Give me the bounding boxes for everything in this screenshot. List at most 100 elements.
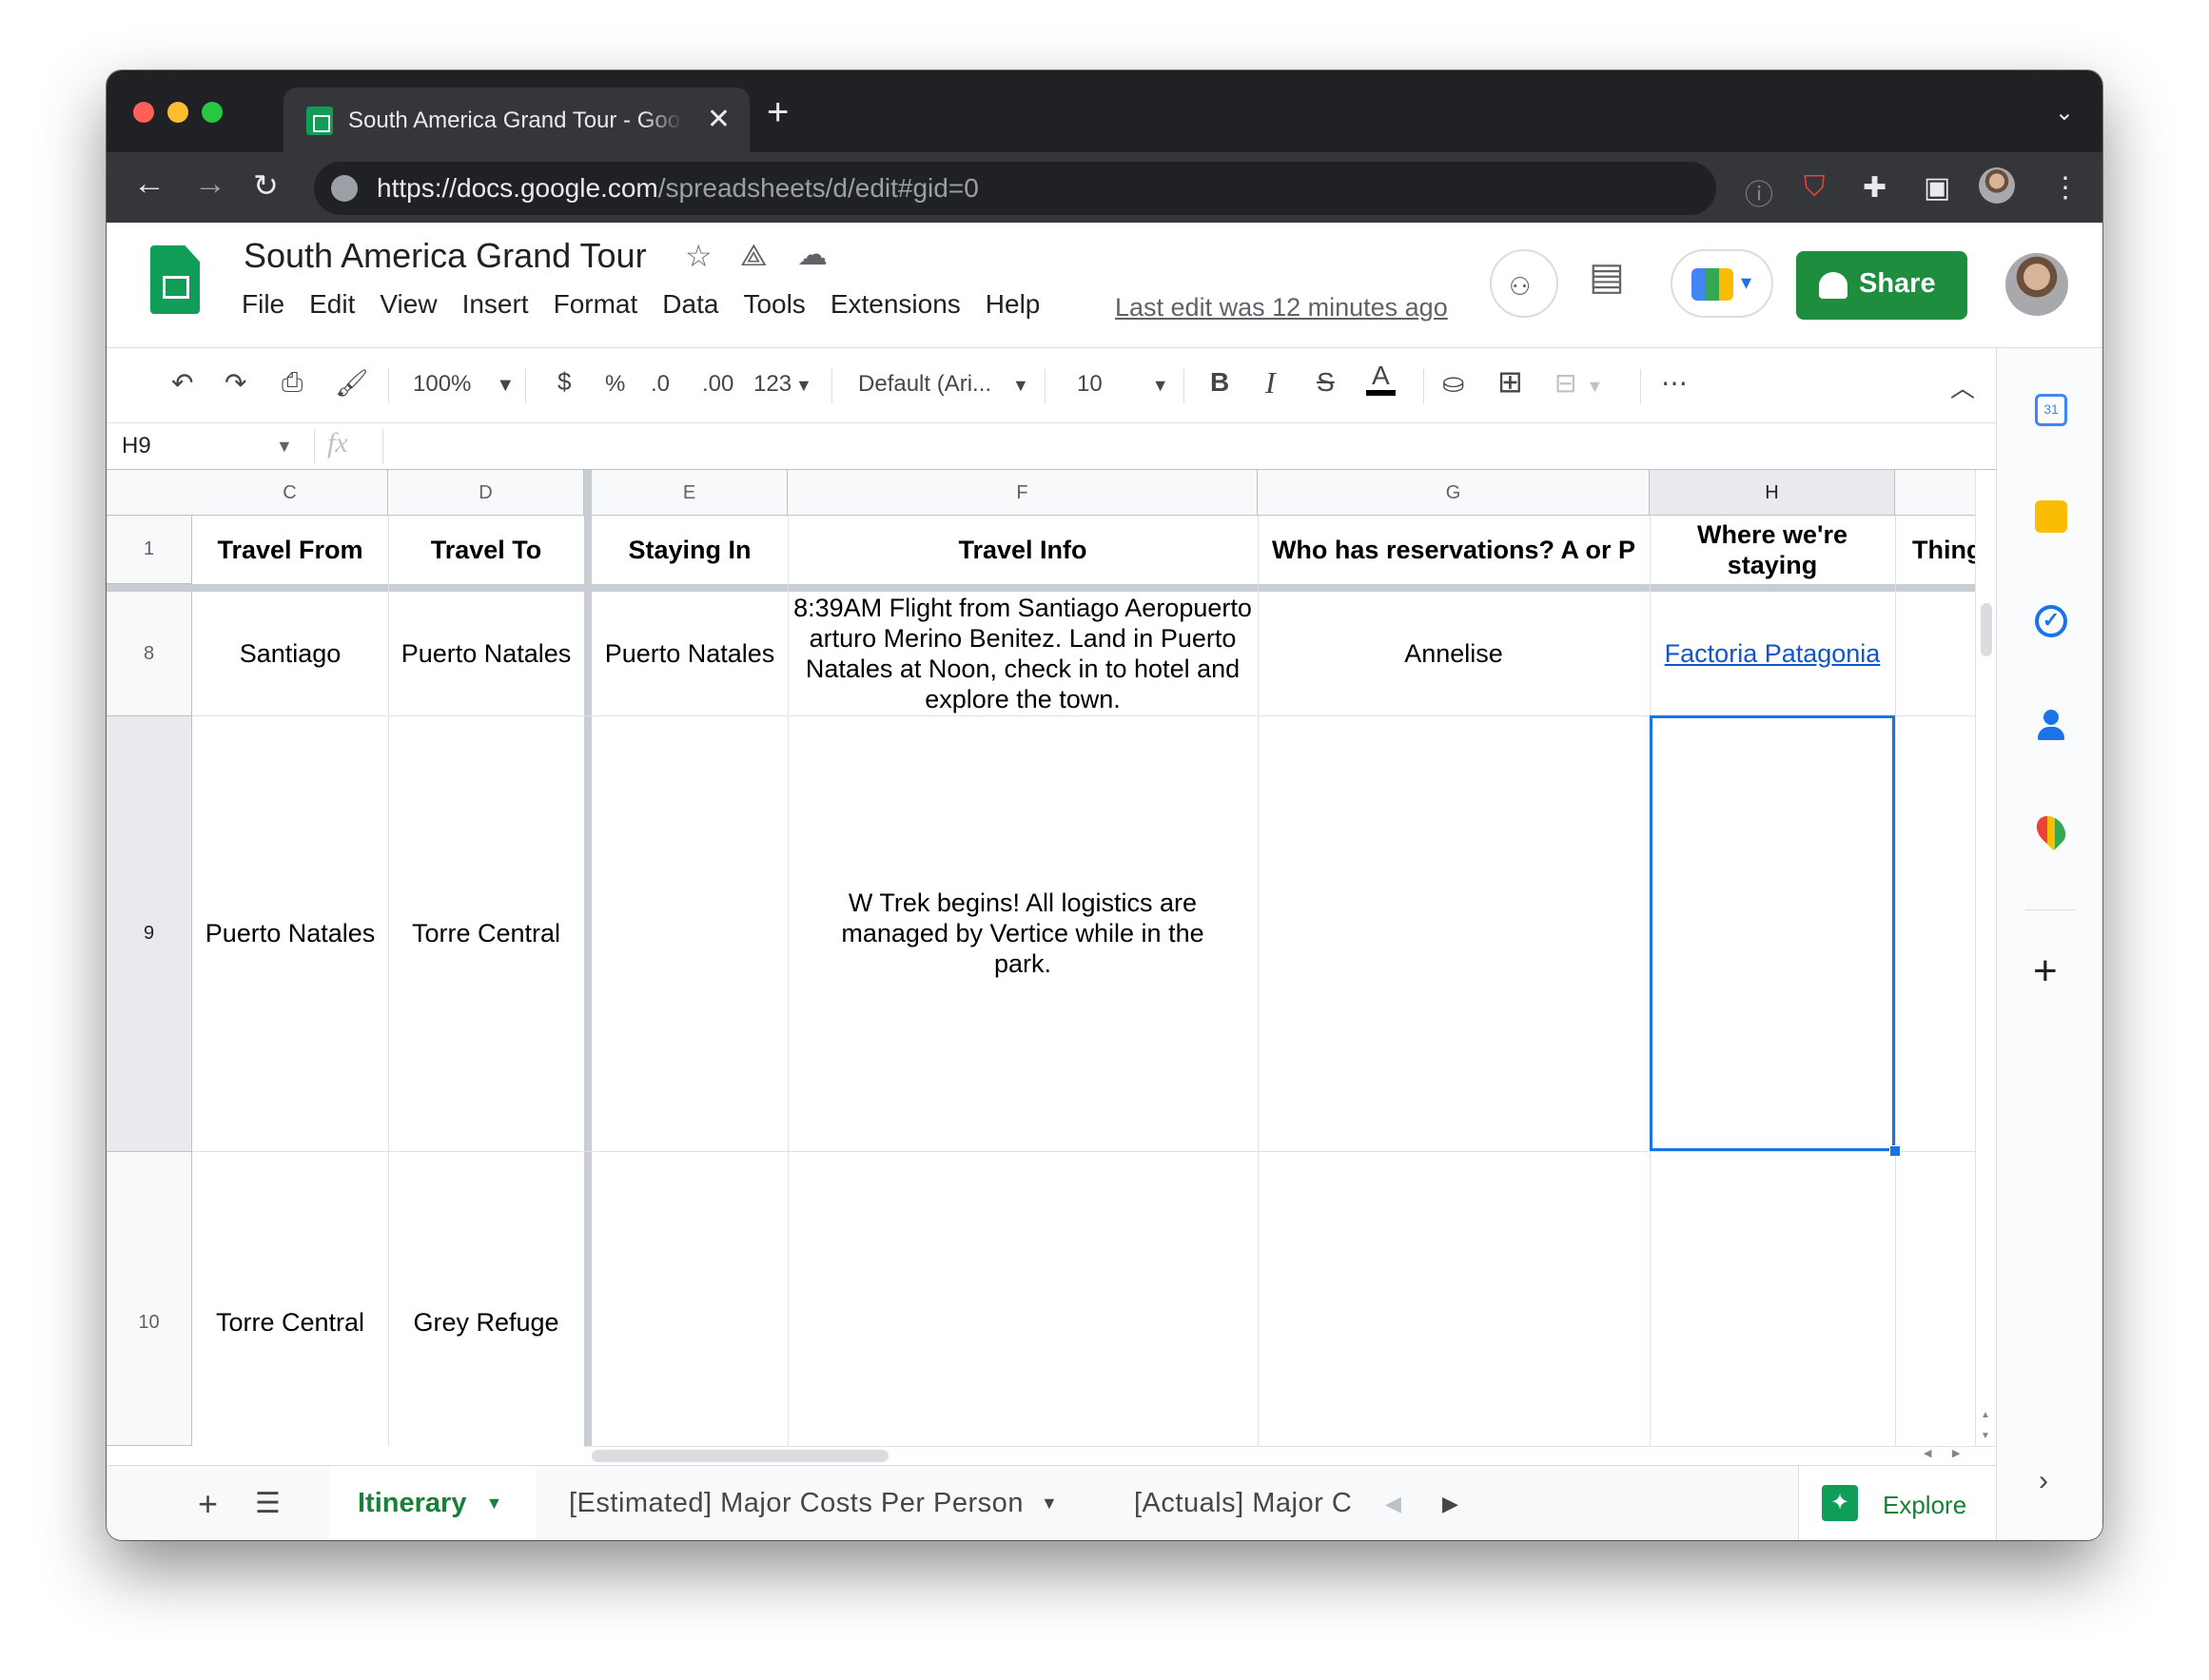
cell-F9[interactable]: W Trek begins! All logistics are managed… bbox=[788, 715, 1258, 1151]
number-format-select[interactable]: 123 ▼ bbox=[753, 371, 812, 398]
share-button[interactable]: Share bbox=[1796, 251, 1967, 320]
scroll-tabs-left-icon[interactable]: ◀ bbox=[1385, 1466, 1401, 1540]
sheets-logo-icon[interactable] bbox=[150, 245, 200, 314]
row-header-10[interactable]: 10 bbox=[107, 1152, 192, 1446]
cell-C8[interactable]: Santiago bbox=[192, 592, 388, 715]
cell-H9-selected[interactable] bbox=[1650, 715, 1895, 1151]
maps-icon[interactable] bbox=[2030, 810, 2072, 851]
fill-handle[interactable] bbox=[1889, 1145, 1901, 1157]
header-cell-travel-from[interactable]: Travel From bbox=[192, 516, 388, 584]
keep-icon[interactable] bbox=[2035, 500, 2067, 533]
font-family-select[interactable]: Default (Ari... ▼ bbox=[858, 371, 1029, 398]
reload-icon[interactable]: ↻ bbox=[253, 167, 279, 204]
get-add-ons-icon[interactable]: + bbox=[2033, 947, 2058, 995]
move-to-drive-icon[interactable]: ⟁ bbox=[740, 238, 768, 274]
scroll-up-icon[interactable]: ▲ bbox=[1981, 1410, 1990, 1420]
percent-format-button[interactable]: % bbox=[605, 371, 625, 398]
increase-decimal-button[interactable]: .00 bbox=[702, 371, 733, 398]
menu-help[interactable]: Help bbox=[986, 289, 1041, 320]
extension-shield-icon[interactable]: ⛉ bbox=[1804, 171, 1826, 204]
row-header-1[interactable]: 1 bbox=[107, 516, 192, 584]
scroll-left-icon[interactable]: ◀ bbox=[1924, 1447, 1931, 1459]
print-icon[interactable]: ⎙ bbox=[282, 367, 303, 399]
menu-tools[interactable]: Tools bbox=[743, 289, 805, 320]
column-header-E[interactable]: E bbox=[592, 470, 788, 516]
font-size-select[interactable]: 10 ▼ bbox=[1077, 371, 1169, 398]
menu-data[interactable]: Data bbox=[662, 289, 718, 320]
header-cell-things[interactable]: Thing bbox=[1895, 516, 1975, 584]
bold-button[interactable]: B bbox=[1210, 367, 1229, 398]
zoom-select[interactable]: 100% ▼ bbox=[413, 371, 515, 398]
column-header-F[interactable]: F bbox=[788, 470, 1258, 516]
cell-E9[interactable] bbox=[592, 715, 788, 1151]
select-all-corner[interactable]: ▶ bbox=[107, 470, 210, 516]
redo-icon[interactable]: ↷ bbox=[225, 367, 246, 399]
merge-cells-icon[interactable]: ⊟ ▼ bbox=[1554, 367, 1603, 399]
explore-button[interactable]: ✦ Explore bbox=[1798, 1466, 1996, 1540]
site-info-icon[interactable] bbox=[331, 175, 358, 202]
sheet-tab-dropdown-icon[interactable]: ▼ bbox=[485, 1494, 502, 1514]
menu-format[interactable]: Format bbox=[554, 289, 638, 320]
minimize-window-button[interactable] bbox=[167, 102, 188, 123]
header-cell-where-staying[interactable]: Where we're staying bbox=[1650, 516, 1895, 584]
horizontal-scrollbar[interactable]: ◀ ▶ bbox=[584, 1446, 1996, 1465]
tasks-icon[interactable]: ✓ bbox=[2035, 605, 2067, 637]
header-cell-reservations[interactable]: Who has reservations? A or P bbox=[1258, 516, 1650, 584]
new-tab-icon[interactable]: + bbox=[767, 91, 789, 134]
frozen-row-divider[interactable] bbox=[107, 584, 1975, 592]
column-header-C[interactable]: C bbox=[192, 470, 388, 516]
browser-menu-icon[interactable]: ⋮ bbox=[2051, 171, 2080, 205]
cell-C10[interactable]: Torre Central bbox=[192, 1151, 388, 1446]
cell-H8[interactable]: Factoria Patagonia bbox=[1650, 592, 1895, 715]
comment-history-button[interactable]: ⚇ bbox=[1490, 249, 1558, 318]
all-sheets-icon[interactable]: ☰ bbox=[255, 1466, 281, 1540]
cell-G8[interactable]: Annelise bbox=[1258, 592, 1650, 715]
scroll-right-icon[interactable]: ▶ bbox=[1952, 1447, 1960, 1459]
cell-E8[interactable]: Puerto Natales bbox=[592, 592, 788, 715]
collapse-toolbar-icon[interactable]: ︿ bbox=[1950, 369, 1975, 404]
row-header-9[interactable]: 9 bbox=[107, 716, 192, 1152]
side-panel-icon[interactable]: ▣ bbox=[1924, 171, 1950, 205]
vertical-scroll-thumb[interactable] bbox=[1981, 603, 1992, 656]
row-header-8[interactable]: 8 bbox=[107, 592, 192, 716]
column-header-G[interactable]: G bbox=[1258, 470, 1650, 516]
forward-icon[interactable]: → bbox=[194, 166, 226, 203]
currency-format-button[interactable]: $ bbox=[557, 367, 571, 397]
name-box[interactable]: H9 bbox=[122, 433, 151, 459]
account-avatar[interactable] bbox=[2005, 253, 2068, 316]
menu-view[interactable]: View bbox=[380, 289, 437, 320]
strikethrough-button[interactable]: S bbox=[1317, 367, 1335, 398]
browser-tab[interactable]: South America Grand Tour - Google Sheets… bbox=[283, 88, 750, 152]
sheet-tab-dropdown-icon[interactable]: ▼ bbox=[1041, 1494, 1058, 1514]
add-sheet-icon[interactable]: + bbox=[198, 1466, 218, 1540]
profile-avatar[interactable] bbox=[1979, 167, 2015, 204]
tab-search-chevron-icon[interactable]: ⌄ bbox=[2055, 99, 2074, 127]
cell-G9[interactable] bbox=[1258, 715, 1650, 1151]
horizontal-scroll-thumb[interactable] bbox=[592, 1450, 889, 1462]
cell-D10[interactable]: Grey Refuge bbox=[388, 1151, 584, 1446]
more-tools-button[interactable]: ⋯ bbox=[1661, 367, 1688, 399]
info-icon[interactable]: ⓘ bbox=[1745, 171, 1773, 213]
calendar-icon[interactable]: 31 bbox=[2035, 394, 2067, 426]
paint-format-icon[interactable]: 🖌 bbox=[335, 367, 369, 399]
header-cell-travel-to[interactable]: Travel To bbox=[388, 516, 584, 584]
column-header-D[interactable]: D bbox=[388, 470, 584, 516]
formula-input[interactable] bbox=[398, 433, 1958, 461]
close-tab-icon[interactable]: ✕ bbox=[707, 103, 731, 136]
menu-extensions[interactable]: Extensions bbox=[831, 289, 961, 320]
vertical-scrollbar[interactable]: ▲ ▼ bbox=[1975, 470, 1996, 1446]
last-edit-link[interactable]: Last edit was 12 minutes ago bbox=[1115, 293, 1448, 322]
cell-D8[interactable]: Puerto Natales bbox=[388, 592, 584, 715]
frozen-column-divider[interactable] bbox=[584, 470, 592, 1446]
scroll-down-icon[interactable]: ▼ bbox=[1981, 1431, 1990, 1441]
show-side-panel-icon[interactable]: › bbox=[2039, 1465, 2048, 1497]
menu-edit[interactable]: Edit bbox=[309, 289, 355, 320]
name-box-dropdown-icon[interactable]: ▼ bbox=[276, 437, 293, 457]
column-header-H[interactable]: H bbox=[1650, 470, 1895, 516]
menu-file[interactable]: File bbox=[242, 289, 284, 320]
contacts-icon[interactable] bbox=[2035, 710, 2067, 742]
sheet-tab-estimated-costs[interactable]: [Estimated] Major Costs Per Person ▼ bbox=[569, 1466, 1058, 1540]
cell-C9[interactable]: Puerto Natales bbox=[192, 715, 388, 1151]
url-field[interactable]: https://docs.google.com/spreadsheets/d/e… bbox=[314, 162, 1716, 215]
cloud-saved-icon[interactable]: ☁ bbox=[797, 236, 828, 272]
